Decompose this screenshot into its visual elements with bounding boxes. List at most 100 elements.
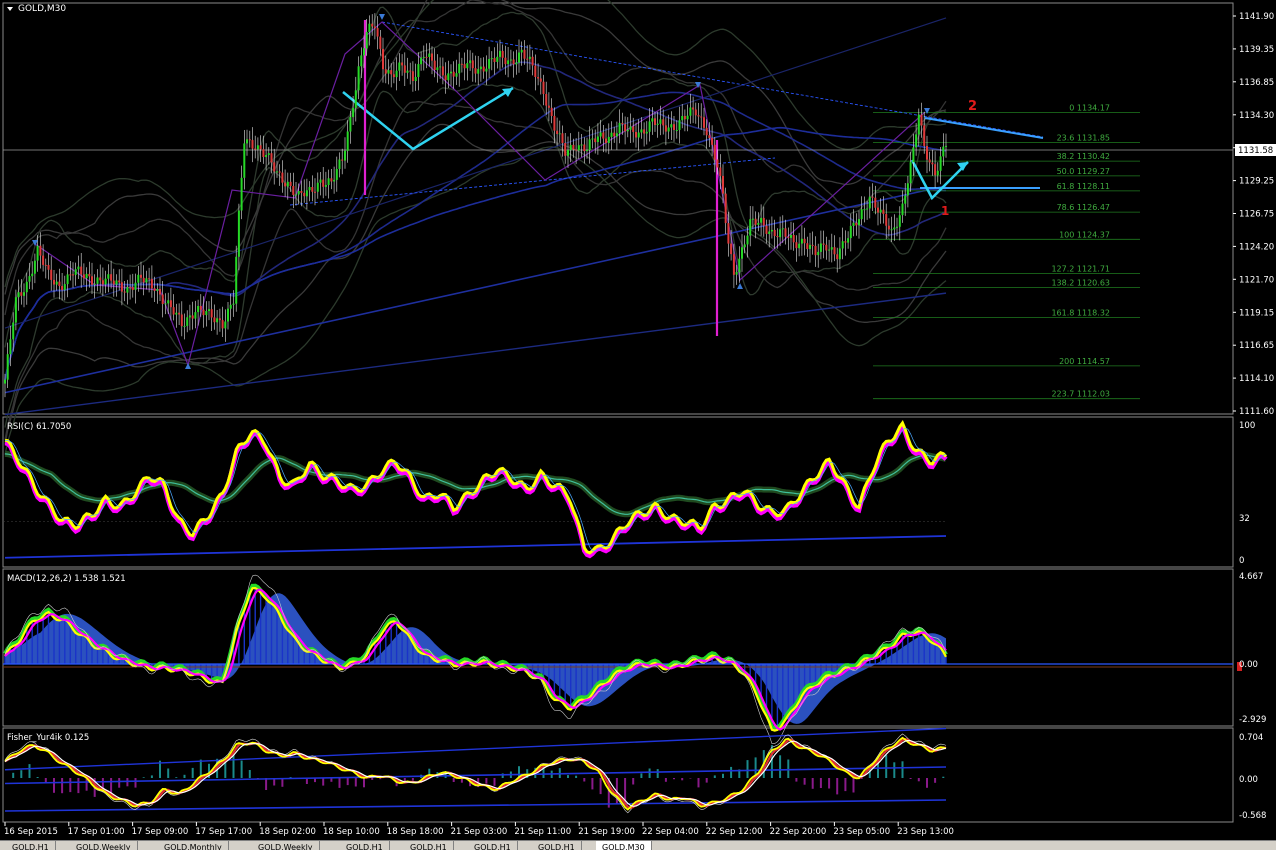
candle-body <box>93 283 96 285</box>
candle-body <box>164 303 167 305</box>
candle-body <box>417 64 420 77</box>
candle-body <box>12 322 15 340</box>
candle-body <box>637 132 640 138</box>
candle-body <box>267 153 270 155</box>
candle-body <box>390 70 393 75</box>
time-tick-label: 23 Sep 13:00 <box>897 827 954 837</box>
candle-body <box>246 139 248 144</box>
candle-body <box>770 229 773 232</box>
candle-body <box>300 191 303 193</box>
candle-body <box>713 144 716 160</box>
candle-body <box>28 276 31 282</box>
candle-body <box>686 115 689 120</box>
candle-body <box>330 178 333 182</box>
candle-body <box>178 312 181 315</box>
candle-body <box>610 132 613 137</box>
candle-body <box>115 280 118 285</box>
candle-body <box>866 208 869 210</box>
candle-body <box>202 309 205 316</box>
candle-body <box>129 287 132 288</box>
candle-body <box>368 23 371 32</box>
candle-body <box>186 317 189 326</box>
candle-body <box>670 124 673 128</box>
candle-body <box>915 134 918 148</box>
candle-body <box>118 280 121 283</box>
candle-body <box>722 175 724 194</box>
candle-body <box>360 55 363 67</box>
candle-body <box>14 297 17 323</box>
candle-body <box>643 129 646 134</box>
candle-body <box>316 182 319 192</box>
candle-body <box>800 238 803 244</box>
candle-body <box>798 243 801 249</box>
candle-body <box>675 130 678 131</box>
fibo-level-label: 138.2 1120.63 <box>1051 279 1110 288</box>
time-tick-label: 17 Sep 09:00 <box>132 827 189 837</box>
candle-body <box>145 278 148 283</box>
candle-body <box>365 32 368 49</box>
candle-body <box>324 185 327 187</box>
candle-body <box>553 115 556 131</box>
candle-body <box>773 229 776 236</box>
candle-body <box>512 59 515 65</box>
candle-body <box>458 63 461 74</box>
candle-body <box>580 144 583 146</box>
candle-body <box>281 172 284 183</box>
time-tick-label: 18 Sep 10:00 <box>323 827 380 837</box>
candle-body <box>333 179 336 182</box>
candle-body <box>74 269 77 275</box>
candle-body <box>664 125 667 132</box>
candle-body <box>82 274 85 279</box>
candle-body <box>169 300 172 308</box>
candle-body <box>123 291 126 293</box>
candle-body <box>460 63 463 65</box>
candle-body <box>545 94 548 106</box>
candle-body <box>890 229 893 231</box>
current-price-label: 1131.58 <box>1238 146 1273 156</box>
candle-body <box>112 280 115 285</box>
candle-body <box>659 119 662 124</box>
candle-body <box>392 74 395 78</box>
candle-body <box>615 133 618 137</box>
candle-body <box>363 48 365 56</box>
candle-body <box>520 49 523 53</box>
trading-chart-window[interactable]: GOLD,M30 0 1134.17 23.6 1131.85 38.2 1130.… <box>0 0 1276 850</box>
candle-body <box>403 65 406 73</box>
candle-body <box>564 143 567 156</box>
candle-body <box>765 225 768 234</box>
wave-label-2: 2 <box>968 99 977 114</box>
candle-body <box>836 254 839 260</box>
candle-body <box>499 50 501 57</box>
candle-body <box>901 203 904 216</box>
fibo-level-label: 161.8 1118.32 <box>1051 308 1110 317</box>
time-tick-label: 21 Sep 03:00 <box>451 827 508 837</box>
candle-body <box>284 182 287 187</box>
fisher-label: Fisher_Yur4ik 0.125 <box>7 733 89 743</box>
candle-body <box>667 127 670 132</box>
fisher-axis-zero: 0.00 <box>1239 775 1258 785</box>
candle-body <box>768 231 771 234</box>
candle-body <box>605 138 607 143</box>
candle-body <box>496 56 499 62</box>
candle-body <box>172 307 175 315</box>
candle-body <box>91 276 93 285</box>
candle-body <box>197 306 200 313</box>
candle-body <box>863 209 866 211</box>
candle-body <box>371 23 374 27</box>
candle-body <box>205 311 208 316</box>
candle-body <box>828 249 831 251</box>
candle-body <box>50 269 53 280</box>
candle-body <box>428 53 431 57</box>
candle-body <box>270 153 273 163</box>
chart-canvas[interactable]: GOLD,M30 0 1134.17 23.6 1131.85 38.2 1130.… <box>0 0 1276 840</box>
fibo-level-label: 38.2 1130.42 <box>1057 152 1110 161</box>
price-tick-label: 1121.70 <box>1239 275 1274 285</box>
candle-body <box>191 315 194 319</box>
candle-body <box>847 238 850 243</box>
candle-body <box>243 143 246 178</box>
candle-body <box>923 125 926 146</box>
candle-body <box>485 68 488 72</box>
candle-body <box>4 379 6 384</box>
candle-body <box>327 178 330 185</box>
candle-body <box>39 245 42 256</box>
